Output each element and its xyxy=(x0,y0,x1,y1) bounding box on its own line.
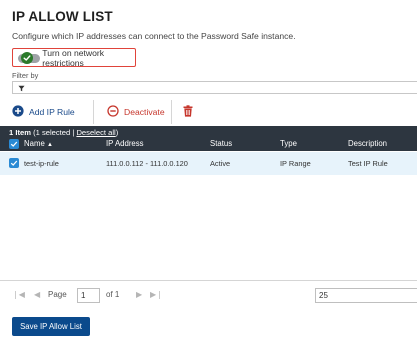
previous-page-icon[interactable]: ◀ xyxy=(34,290,40,299)
network-restrictions-toggle[interactable] xyxy=(18,51,40,64)
page-label: Page xyxy=(48,290,67,299)
cell-description: Test IP Rule xyxy=(348,159,388,168)
grid-toolbar: Add IP Rule Deactivate xyxy=(0,99,417,125)
filter-dropdown[interactable] xyxy=(12,81,417,94)
deactivate-label: Deactivate xyxy=(124,107,165,117)
cell-status: Active xyxy=(210,159,231,168)
last-page-icon[interactable]: ▶❘ xyxy=(150,290,163,299)
pagination: ❘◀ ◀ Page 1 of 1 ▶ ▶❘ 25 xyxy=(0,287,417,305)
trash-icon xyxy=(183,105,193,119)
column-header-description[interactable]: Description xyxy=(348,139,387,148)
column-headers: Name ▲ IP Address Status Type Descriptio… xyxy=(0,138,417,151)
table-row[interactable]: test-ip-rule 111.0.0.112 - 111.0.0.120 A… xyxy=(0,152,417,175)
column-header-ip-address[interactable]: IP Address xyxy=(106,139,144,148)
column-header-type[interactable]: Type xyxy=(280,139,297,148)
add-ip-rule-button[interactable]: Add IP Rule xyxy=(12,103,75,121)
add-ip-rule-label: Add IP Rule xyxy=(29,107,75,117)
toggle-label: Turn on network restrictions xyxy=(42,47,105,68)
page-subtitle: Configure which IP addresses can connect… xyxy=(12,31,296,41)
grid-header: 1 Item (1 selected | Deselect all) Name … xyxy=(0,126,417,151)
save-ip-allow-list-button[interactable]: Save IP Allow List xyxy=(12,317,90,336)
toolbar-divider xyxy=(93,100,94,124)
row-checkbox[interactable] xyxy=(9,158,19,168)
select-all-checkbox[interactable] xyxy=(9,139,19,149)
plus-circle-icon xyxy=(12,105,24,119)
network-restrictions-toggle-group: Turn on network restrictions xyxy=(12,47,136,68)
ip-allow-list-page: IP ALLOW LIST Configure which IP address… xyxy=(0,0,417,341)
check-icon xyxy=(21,51,33,64)
funnel-icon xyxy=(18,79,25,97)
minus-circle-icon xyxy=(107,105,119,119)
cell-ip-address: 111.0.0.112 - 111.0.0.120 xyxy=(106,159,188,168)
next-page-icon[interactable]: ▶ xyxy=(136,290,142,299)
toolbar-divider xyxy=(171,100,172,124)
delete-button[interactable] xyxy=(183,103,193,121)
page-number-input[interactable]: 1 xyxy=(77,288,100,303)
cell-name: test-ip-rule xyxy=(24,159,59,168)
cell-type: IP Range xyxy=(280,159,311,168)
filter-label: Filter by xyxy=(12,71,39,80)
item-count: 1 Item xyxy=(9,128,31,137)
column-name-label: Name xyxy=(24,139,45,148)
page-title: IP ALLOW LIST xyxy=(12,9,113,24)
selected-count: (1 selected | xyxy=(33,128,75,137)
column-header-name[interactable]: Name ▲ xyxy=(24,139,53,148)
first-page-icon[interactable]: ❘◀ xyxy=(12,290,25,299)
column-header-status[interactable]: Status xyxy=(210,139,232,148)
page-of-label: of 1 xyxy=(106,290,120,299)
deselect-all-link[interactable]: Deselect all xyxy=(76,128,115,137)
selection-summary: 1 Item (1 selected | Deselect all) xyxy=(9,128,118,137)
selection-close-paren: ) xyxy=(115,128,119,137)
sort-ascending-icon: ▲ xyxy=(46,142,53,148)
page-size-select[interactable]: 25 xyxy=(315,288,417,303)
deactivate-button[interactable]: Deactivate xyxy=(107,103,165,121)
